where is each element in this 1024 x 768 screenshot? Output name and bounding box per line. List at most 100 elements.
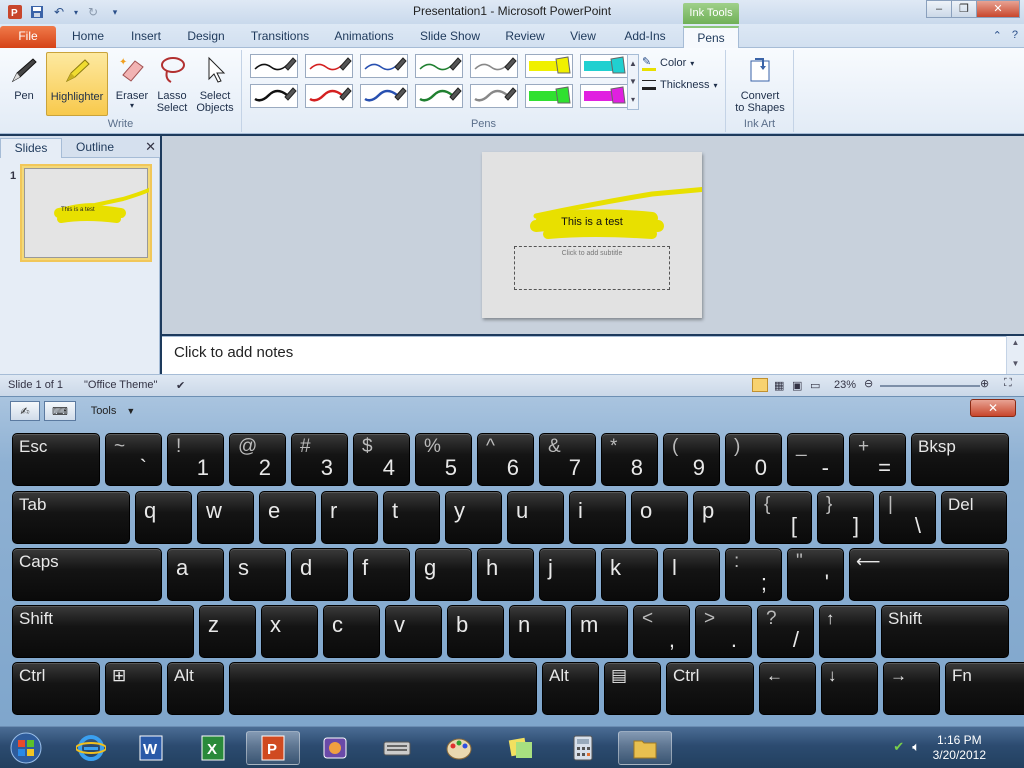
key--[interactable]: ▤	[604, 662, 661, 715]
key-s[interactable]: s	[229, 548, 286, 601]
tab-slide-show[interactable]: Slide Show	[414, 26, 486, 48]
key-x[interactable]: x	[261, 605, 318, 658]
pen-swatch[interactable]	[250, 54, 298, 78]
start-orb-icon[interactable]	[2, 731, 50, 765]
lasso-select-button[interactable]: Lasso Select	[150, 52, 194, 116]
tab-pens[interactable]: Pens	[683, 26, 739, 48]
key-m[interactable]: m	[571, 605, 628, 658]
key-shift[interactable]: Shift	[881, 605, 1009, 658]
pen-swatch[interactable]	[525, 54, 573, 78]
highlighter-button[interactable]: Highlighter	[46, 52, 108, 116]
key-symbol[interactable]: % 5	[415, 433, 472, 486]
pen-swatch[interactable]	[415, 54, 463, 78]
key-q[interactable]: q	[135, 491, 192, 544]
normal-view-icon[interactable]	[752, 378, 768, 392]
highlighter-ink-stroke[interactable]	[482, 152, 702, 318]
powerpoint-icon[interactable]: P	[246, 731, 300, 765]
tab-slides[interactable]: Slides	[0, 138, 62, 158]
select-objects-button[interactable]: Select Objects	[193, 52, 237, 116]
key-o[interactable]: o	[631, 491, 688, 544]
gallery-down-icon[interactable]: ▼	[628, 73, 638, 91]
pen-swatch[interactable]	[305, 84, 353, 108]
key--[interactable]: ⊞	[105, 662, 162, 715]
key--[interactable]: ←	[759, 662, 816, 715]
key-symbol[interactable]: ? /	[757, 605, 814, 658]
convert-to-shapes-button[interactable]: Convert to Shapes	[730, 52, 790, 116]
paint-icon[interactable]	[432, 731, 486, 765]
key-symbol[interactable]: (9	[663, 433, 720, 486]
word-icon[interactable]: W	[124, 731, 178, 765]
tab-transitions[interactable]: Transitions	[244, 26, 316, 48]
close-button[interactable]: ✕	[976, 0, 1020, 18]
minimize-ribbon-icon[interactable]: ⌃	[993, 29, 1002, 42]
key-tab[interactable]: Tab	[12, 491, 130, 544]
key-symbol[interactable]: }]	[817, 491, 874, 544]
key-v[interactable]: v	[385, 605, 442, 658]
key-p[interactable]: p	[693, 491, 750, 544]
tab-animations[interactable]: Animations	[326, 26, 402, 48]
key-symbol[interactable]: ! 1	[167, 433, 224, 486]
zoom-slider[interactable]	[880, 385, 980, 387]
keyboard-mode-icon[interactable]: ⌨	[44, 401, 76, 421]
pen-swatch[interactable]	[415, 84, 463, 108]
handwriting-pad-icon[interactable]: ✍	[10, 401, 40, 421]
key-symbol[interactable]: | \	[879, 491, 936, 544]
key-n[interactable]: n	[509, 605, 566, 658]
key-symbol[interactable]: & 7	[539, 433, 596, 486]
key-caps[interactable]: Caps	[12, 548, 162, 601]
reading-view-icon[interactable]: ▣	[792, 379, 802, 392]
key-fn[interactable]: Fn	[945, 662, 1024, 715]
key-symbol[interactable]: * 8	[601, 433, 658, 486]
action-center-icon[interactable]: ✔	[893, 739, 904, 755]
clock[interactable]: 1:16 PM 3/20/2012	[933, 733, 986, 763]
tab-outline[interactable]: Outline	[64, 138, 126, 158]
tab-home[interactable]: Home	[62, 26, 114, 48]
tab-file[interactable]: File	[0, 26, 56, 48]
slide-thumbnail[interactable]: This is a test	[20, 164, 152, 262]
gallery-more-icon[interactable]: ▾	[628, 91, 638, 109]
key-d[interactable]: d	[291, 548, 348, 601]
key-alt[interactable]: Alt	[542, 662, 599, 715]
tab-insert[interactable]: Insert	[120, 26, 172, 48]
key-y[interactable]: y	[445, 491, 502, 544]
excel-icon[interactable]: X	[186, 731, 240, 765]
pen-swatch[interactable]	[580, 84, 628, 108]
zoom-in-icon[interactable]: ⊕	[980, 377, 989, 390]
key-space[interactable]	[229, 662, 537, 715]
key-alt[interactable]: Alt	[167, 662, 224, 715]
key-symbol[interactable]: + =	[849, 433, 906, 486]
pen-button[interactable]: Pen	[2, 52, 46, 116]
pen-swatch[interactable]	[470, 84, 518, 108]
osk-tools-menu[interactable]: Tools ▼	[82, 401, 144, 421]
key-r[interactable]: r	[321, 491, 378, 544]
pen-swatch[interactable]	[305, 54, 353, 78]
key-symbol[interactable]: {[	[755, 491, 812, 544]
photo-app-icon[interactable]	[308, 731, 362, 765]
calculator-icon[interactable]	[556, 731, 610, 765]
key--[interactable]: ⟵	[849, 548, 1009, 601]
thickness-dropdown[interactable]: Thickness ▾	[642, 76, 718, 94]
key--[interactable]: ↑	[819, 605, 876, 658]
key-bksp[interactable]: Bksp	[911, 433, 1009, 486]
key-g[interactable]: g	[415, 548, 472, 601]
internet-explorer-icon[interactable]	[64, 731, 118, 765]
help-icon[interactable]: ?	[1012, 29, 1018, 42]
tab-design[interactable]: Design	[180, 26, 232, 48]
key-symbol[interactable]: " '	[787, 548, 844, 601]
scroll-up-icon[interactable]: ▲	[1007, 338, 1024, 347]
key-shift[interactable]: Shift	[12, 605, 194, 658]
key-del[interactable]: Del	[941, 491, 1007, 544]
key-t[interactable]: t	[383, 491, 440, 544]
key-ctrl[interactable]: Ctrl	[12, 662, 100, 715]
pen-swatch[interactable]	[525, 84, 573, 108]
key-symbol[interactable]: $4	[353, 433, 410, 486]
close-panel-icon[interactable]: ✕	[145, 139, 156, 155]
key-a[interactable]: a	[167, 548, 224, 601]
key-symbol[interactable]: ) 0	[725, 433, 782, 486]
pen-swatch[interactable]	[360, 54, 408, 78]
pen-swatch[interactable]	[470, 54, 518, 78]
slide-show-view-icon[interactable]: ▭	[810, 379, 820, 392]
key-esc[interactable]: Esc	[12, 433, 100, 486]
slide-title[interactable]: This is a test	[482, 216, 702, 228]
pen-swatch[interactable]	[360, 84, 408, 108]
